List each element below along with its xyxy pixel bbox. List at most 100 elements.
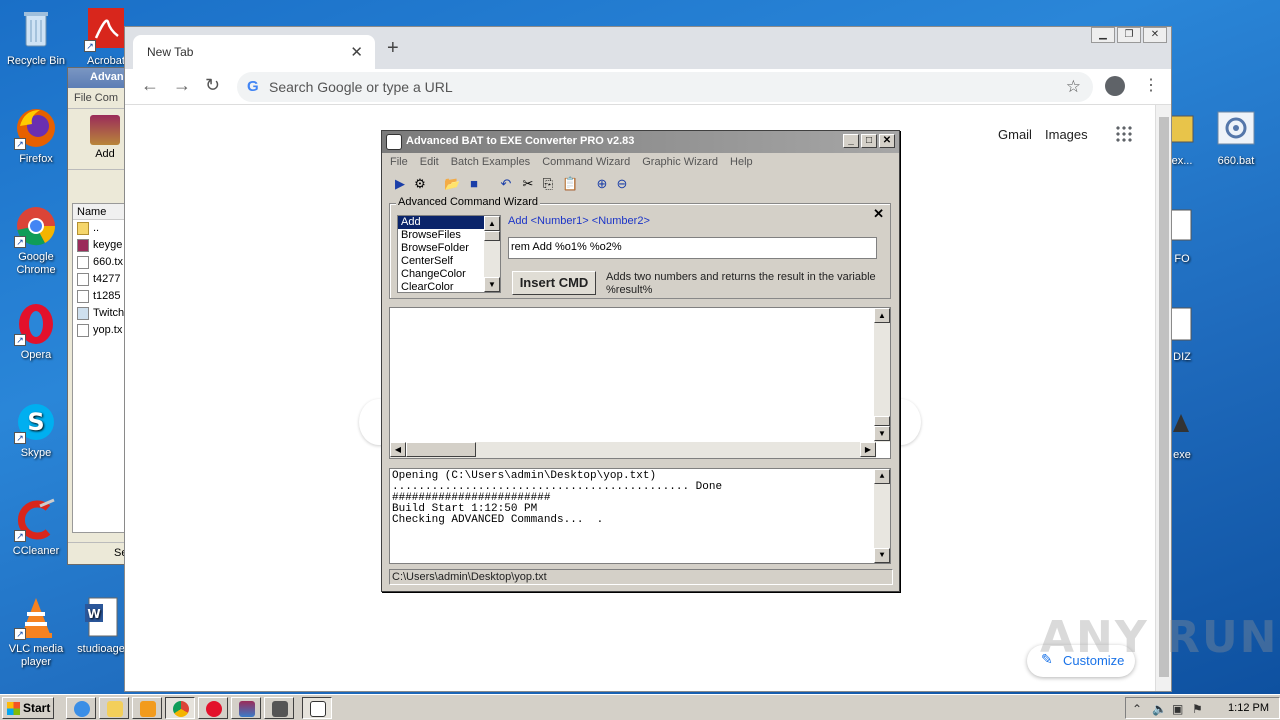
minimize-icon[interactable]: _ <box>843 134 859 148</box>
clock[interactable]: 1:12 PM <box>1228 702 1269 714</box>
taskbar-bat2exe[interactable] <box>302 697 332 719</box>
scroll-thumb[interactable] <box>484 231 500 241</box>
file-row[interactable]: keyge <box>73 237 127 254</box>
cut-icon[interactable]: ✂ <box>520 176 536 192</box>
command-input[interactable]: rem Add %o1% %o2% <box>508 237 877 259</box>
log-scrollbar[interactable]: ▲ ▼ <box>874 469 890 563</box>
command-list-scrollbar[interactable]: ▲ ▼ <box>484 216 500 292</box>
taskbar-ie[interactable] <box>66 697 96 719</box>
desktop-icon-ccleaner[interactable]: ↗ CCleaner <box>0 498 72 558</box>
editor-vertical-scrollbar[interactable]: ▲ ▼ <box>874 308 890 442</box>
chrome-scrollbar[interactable] <box>1155 105 1171 691</box>
reload-icon[interactable]: ↻ <box>205 75 220 96</box>
desktop-icon-opera[interactable]: ↗ Opera <box>0 302 72 362</box>
desktop-icon-skype[interactable]: S ↗ Skype <box>0 400 72 460</box>
maximize-icon[interactable]: □ <box>861 134 877 148</box>
bat2exe-window[interactable]: Advanced BAT to EXE Converter PRO v2.83 … <box>381 130 900 592</box>
command-item-add[interactable]: Add <box>398 216 486 229</box>
file-row[interactable]: .. <box>73 220 127 237</box>
paste-icon[interactable]: 📋 <box>562 176 578 192</box>
tab-close-icon[interactable]: ✕ <box>350 43 363 61</box>
close-icon[interactable]: ✕ <box>879 134 895 148</box>
new-tab-icon[interactable]: + <box>387 37 399 60</box>
command-item[interactable]: BrowseFolder <box>398 242 486 255</box>
script-editor[interactable]: ▲ ▼ ◀ ▶ <box>389 307 891 459</box>
minimize-icon[interactable]: ▁ <box>1091 27 1115 43</box>
menu-file[interactable]: File <box>390 156 408 173</box>
chrome-menu-icon[interactable]: ⋮ <box>1143 75 1159 95</box>
taskbar-explorer[interactable] <box>99 697 129 719</box>
winrar-menu[interactable]: File Com <box>68 88 126 108</box>
desktop-icon-chrome[interactable]: ↗ Google Chrome <box>0 204 72 277</box>
menu-graphic-wizard[interactable]: Graphic Wizard <box>642 156 718 173</box>
desktop-icon-recycle-bin[interactable]: Recycle Bin <box>0 8 72 68</box>
file-row[interactable]: 660.tx <box>73 254 127 271</box>
command-item[interactable]: BrowseFiles <box>398 229 486 242</box>
scroll-down-icon[interactable]: ▼ <box>874 426 890 441</box>
tray-expand-icon[interactable]: ⌃ <box>1132 702 1142 716</box>
command-item[interactable]: CenterSelf <box>398 255 486 268</box>
taskbar-app[interactable] <box>264 697 294 719</box>
menu-help[interactable]: Help <box>730 156 753 173</box>
taskbar-media-player[interactable] <box>132 697 162 719</box>
run-icon[interactable]: ▶ <box>392 176 408 192</box>
omnibox[interactable]: G Search Google or type a URL ☆ <box>237 72 1093 102</box>
desktop-icon-660bat[interactable]: 660.bat <box>1200 108 1272 168</box>
copy-icon[interactable]: ⎘ <box>540 176 556 192</box>
bookmark-star-icon[interactable]: ☆ <box>1066 77 1081 97</box>
start-button[interactable]: Start <box>2 697 54 719</box>
scroll-up-icon[interactable]: ▲ <box>874 308 890 323</box>
network-icon[interactable]: ▣ <box>1172 702 1183 716</box>
images-link[interactable]: Images <box>1045 127 1088 142</box>
command-item[interactable]: ClearColor <box>398 281 486 292</box>
editor-horizontal-scrollbar[interactable]: ◀ ▶ <box>390 442 876 458</box>
file-row[interactable]: t4277 <box>73 271 127 288</box>
scroll-thumb[interactable] <box>1159 117 1169 677</box>
scroll-thumb[interactable] <box>406 442 476 457</box>
wizard-close-icon[interactable]: ✕ <box>873 206 884 222</box>
build-gear-icon[interactable]: ⚙ <box>412 176 428 192</box>
scroll-down-icon[interactable]: ▼ <box>484 277 500 292</box>
winrar-window[interactable]: Advan File Com Add Name .. keyge 660.tx … <box>67 67 128 565</box>
restore-icon[interactable]: ❐ <box>1117 27 1141 43</box>
winrar-file-list[interactable]: Name .. keyge 660.tx t4277 t1285 Twitch … <box>72 203 128 533</box>
winrar-add-button[interactable]: Add <box>90 115 120 160</box>
command-item[interactable]: ChangeColor <box>398 268 486 281</box>
scroll-thumb[interactable] <box>874 416 890 426</box>
volume-icon[interactable]: 🔈 <box>1152 702 1167 716</box>
command-list[interactable]: Add BrowseFiles BrowseFolder CenterSelf … <box>397 215 501 293</box>
scroll-up-icon[interactable]: ▲ <box>874 469 890 484</box>
file-row[interactable]: yop.tx <box>73 322 127 339</box>
gmail-link[interactable]: Gmail <box>998 127 1032 142</box>
taskbar-opera[interactable] <box>198 697 228 719</box>
desktop-icon-label: Opera <box>20 349 52 361</box>
file-row[interactable]: Twitch <box>73 305 127 322</box>
file-row[interactable]: t1285 <box>73 288 127 305</box>
zoom-out-icon[interactable]: ⊖ <box>614 176 630 192</box>
desktop-icon-firefox[interactable]: ↗ Firefox <box>0 106 72 166</box>
forward-icon[interactable]: → <box>173 75 191 96</box>
google-apps-icon[interactable] <box>1115 125 1133 143</box>
desktop-icon-vlc[interactable]: ↗ VLC media player <box>0 596 72 669</box>
taskbar-winrar[interactable] <box>231 697 261 719</box>
back-icon[interactable]: ← <box>141 75 159 96</box>
zoom-in-icon[interactable]: ⊕ <box>594 176 610 192</box>
menu-batch-examples[interactable]: Batch Examples <box>451 156 530 173</box>
desktop-icon-studioage[interactable]: W studioage <box>70 596 132 656</box>
column-header-name[interactable]: Name <box>73 204 127 220</box>
menu-edit[interactable]: Edit <box>420 156 439 173</box>
save-icon[interactable]: ■ <box>466 176 482 192</box>
scroll-right-icon[interactable]: ▶ <box>860 442 876 457</box>
profile-avatar-icon[interactable] <box>1105 76 1125 96</box>
tab-new-tab[interactable]: New Tab ✕ <box>133 35 375 69</box>
taskbar-chrome[interactable] <box>165 697 195 719</box>
undo-icon[interactable]: ↶ <box>498 176 514 192</box>
open-folder-icon[interactable]: 📂 <box>444 176 460 192</box>
menu-command-wizard[interactable]: Command Wizard <box>542 156 630 173</box>
scroll-up-icon[interactable]: ▲ <box>484 216 500 231</box>
scroll-down-icon[interactable]: ▼ <box>874 548 890 563</box>
action-center-flag-icon[interactable]: ⚑ <box>1192 702 1203 716</box>
scroll-left-icon[interactable]: ◀ <box>390 442 406 457</box>
insert-cmd-button[interactable]: Insert CMD <box>512 271 596 295</box>
close-icon[interactable]: ✕ <box>1143 27 1167 43</box>
